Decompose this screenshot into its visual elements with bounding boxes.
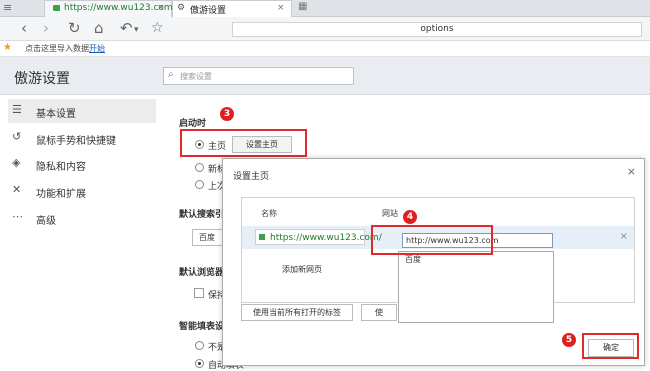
tab-wu123[interactable]: https://www.wu123.com/ × — [44, 0, 176, 17]
step-marker: 5 — [562, 333, 576, 347]
more-icon: ⋯ — [12, 210, 23, 223]
menu-icon[interactable]: ≡ — [3, 1, 12, 14]
autofill-off-radio[interactable] — [195, 341, 204, 350]
close-icon[interactable]: × — [627, 165, 636, 178]
wrench-icon: ✕ — [12, 183, 22, 196]
default-browser-title: 默认浏览器 — [179, 268, 225, 278]
column-site-header: 网站 — [382, 209, 398, 218]
chevron-down-icon[interactable]: ▾ — [134, 21, 139, 39]
sidebar-item-gestures[interactable]: ↺ 鼠标手势和快捷键 — [8, 126, 156, 150]
tab-title: 傲游设置 — [190, 6, 227, 16]
search-icon: ⌕ — [168, 69, 174, 80]
highlight-box — [371, 225, 493, 255]
tab-strip: ≡ https://www.wu123.com/ × ⚙ 傲游设置 × ▦ — [0, 0, 650, 17]
step-marker: 3 — [220, 107, 234, 121]
suggestion-item[interactable]: 百度 — [405, 254, 421, 265]
refresh-icon[interactable]: ↻ — [68, 19, 81, 37]
startup-last-radio[interactable] — [195, 180, 204, 189]
step-marker: 4 — [403, 210, 417, 224]
address-bar[interactable]: options — [232, 22, 642, 37]
sidebar-item-extensions[interactable]: ✕ 功能和扩展 — [8, 179, 156, 203]
url-suggestion-dropdown: 百度 — [398, 251, 554, 323]
bookmark-start-link[interactable]: 开始 — [89, 44, 105, 53]
undo-icon[interactable]: ↶ — [120, 19, 133, 37]
close-tab-icon[interactable]: × — [277, 3, 285, 13]
sidebar-item-label: 基本设置 — [36, 109, 76, 120]
autofill-title: 智能填表设 — [179, 322, 225, 332]
sidebar-item-label: 高级 — [36, 216, 56, 227]
highlight-box — [180, 129, 307, 157]
sidebar-item-label: 功能和扩展 — [36, 189, 86, 200]
column-name-header: 名称 — [261, 209, 277, 218]
home-icon[interactable]: ⌂ — [94, 19, 104, 37]
startup-title: 启动时 — [179, 119, 207, 129]
sidebar-item-basic[interactable]: ☰ 基本设置 — [8, 99, 156, 123]
settings-sidebar: ☰ 基本设置 ↺ 鼠标手势和快捷键 ◈ 隐私和内容 ✕ 功能和扩展 ⋯ 高级 — [0, 95, 163, 366]
bookmark-star-icon: ★ — [3, 42, 12, 53]
sliders-icon: ☰ — [12, 103, 22, 116]
sidebar-item-privacy[interactable]: ◈ 隐私和内容 — [8, 152, 156, 176]
tab-grid-icon[interactable]: ▦ — [298, 1, 307, 12]
lock-icon — [259, 234, 265, 240]
close-tab-icon[interactable]: × — [157, 3, 165, 13]
page-title: 傲游设置 — [14, 71, 70, 87]
shield-icon: ◈ — [12, 156, 21, 169]
gear-icon: ⚙ — [177, 3, 186, 13]
default-browser-checkbox[interactable] — [194, 288, 204, 298]
bookmark-hint: 点击这里导入数据开始 — [25, 43, 105, 54]
favorite-star-icon[interactable]: ☆ — [151, 19, 164, 37]
tab-settings[interactable]: ⚙ 傲游设置 × — [172, 0, 292, 17]
dialog-title: 设置主页 — [233, 172, 270, 182]
bookmark-bar: ★ 点击这里导入数据开始 — [0, 41, 650, 57]
use-current-tabs-button[interactable]: 使用当前所有打开的标签 — [241, 304, 353, 321]
autofill-on-radio[interactable] — [195, 359, 204, 368]
homepage-name-field[interactable]: https://www.wu123.com/ — [255, 229, 382, 245]
back-icon[interactable]: ‹ — [21, 19, 27, 37]
delete-row-icon[interactable]: × — [620, 231, 628, 242]
highlight-box — [582, 333, 639, 359]
search-placeholder: 搜索设置 — [180, 72, 212, 81]
gesture-icon: ↺ — [12, 130, 22, 143]
homepage-name-text: https://www.wu123.com/ — [270, 233, 382, 243]
forward-icon[interactable]: › — [43, 19, 49, 37]
sidebar-item-label: 鼠标手势和快捷键 — [36, 136, 116, 147]
settings-search-input[interactable]: ⌕ 搜索设置 — [163, 67, 354, 85]
bookmark-hint-text: 点击这里导入数据 — [25, 44, 89, 53]
startup-newtab-radio[interactable] — [195, 163, 204, 172]
sidebar-item-label: 隐私和内容 — [36, 162, 86, 173]
add-new-page-link[interactable]: 添加新网页 — [282, 264, 322, 275]
search-engine-title: 默认搜索引 — [179, 210, 225, 220]
address-text: options — [420, 24, 454, 34]
secondary-button[interactable]: 使 — [361, 304, 397, 321]
sidebar-item-advanced[interactable]: ⋯ 高级 — [8, 206, 156, 230]
lock-icon — [53, 5, 60, 11]
